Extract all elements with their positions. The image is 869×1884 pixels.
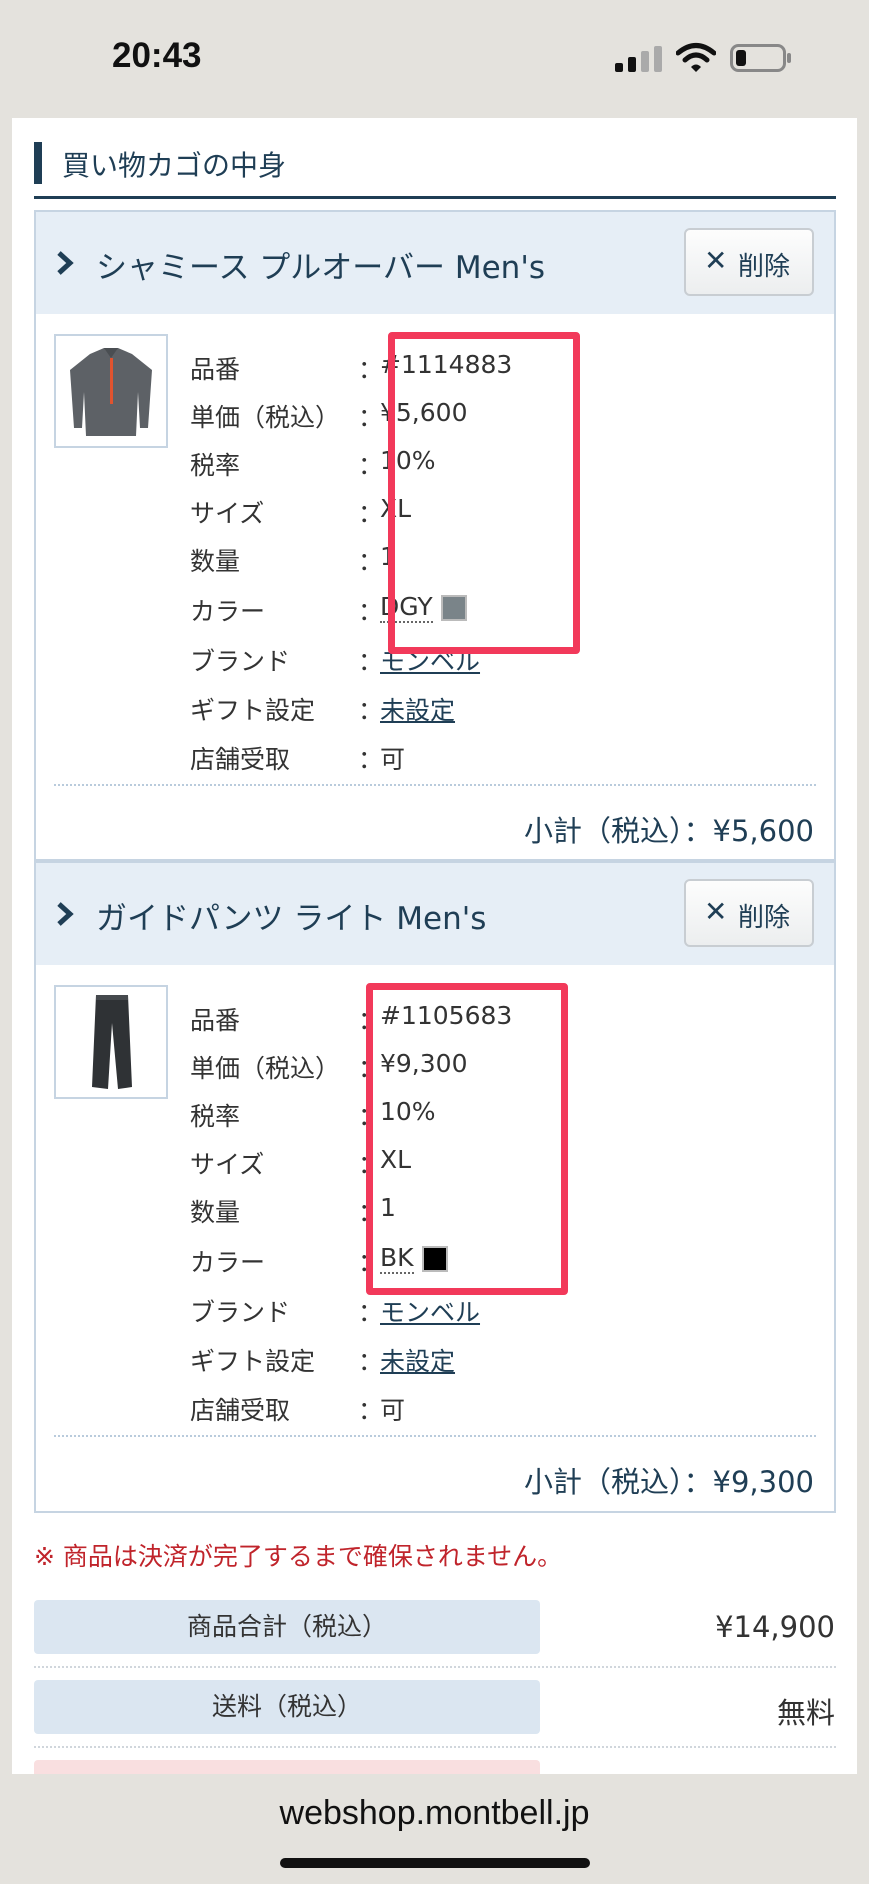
product-thumbnail[interactable] xyxy=(54,985,168,1099)
delete-button[interactable]: ✕ 削除 xyxy=(684,228,814,296)
item-header[interactable]: ガイドパンツ ライト Men's ✕ 削除 xyxy=(36,863,834,965)
browser-bottom-bar: webshop.montbell.jp xyxy=(0,1774,869,1884)
store-pickup-value: 可 xyxy=(380,1396,406,1425)
store-pickup-value: 可 xyxy=(380,745,406,774)
product-thumbnail[interactable] xyxy=(54,334,168,448)
wifi-icon xyxy=(676,43,716,72)
brand-link[interactable]: モンベル xyxy=(380,1293,480,1329)
item-name[interactable]: シャミース プルオーバー Men's xyxy=(96,242,545,287)
shipping-value: 無料 xyxy=(776,1696,835,1730)
cart-item-1: シャミース プルオーバー Men's ✕ 削除 品番 ： #1114883 単価… xyxy=(34,210,836,861)
address-bar[interactable]: webshop.montbell.jp xyxy=(0,1794,869,1833)
item-name[interactable]: ガイドパンツ ライト Men's xyxy=(96,893,486,938)
total-payment-row xyxy=(34,1760,540,1774)
shipping-label: 送料（税込） xyxy=(34,1680,540,1734)
status-time: 20:43 xyxy=(112,36,202,75)
pants-image xyxy=(92,995,132,1089)
close-icon: ✕ xyxy=(704,895,728,928)
cellular-signal-icon xyxy=(615,46,662,72)
close-icon: ✕ xyxy=(704,244,728,277)
item-subtotal: 小計（税込）：¥9,300 xyxy=(524,1465,814,1499)
reservation-notice: ※ 商品は決済が完了するまで確保されません。 xyxy=(34,1542,563,1571)
delete-label: 削除 xyxy=(738,903,791,933)
chevron-right-icon xyxy=(57,902,74,926)
status-bar: 20:43 xyxy=(0,0,869,118)
divider xyxy=(54,1435,816,1437)
delete-button[interactable]: ✕ 削除 xyxy=(684,879,814,947)
gift-setting-link[interactable]: 未設定 xyxy=(380,691,455,727)
divider xyxy=(34,1746,836,1748)
chevron-right-icon xyxy=(57,251,74,275)
battery-icon xyxy=(730,44,791,72)
divider xyxy=(54,784,816,786)
item-subtotal: 小計（税込）：¥5,600 xyxy=(524,814,814,848)
pullover-jacket-image xyxy=(70,348,152,436)
cart-item-2: ガイドパンツ ライト Men's ✕ 削除 品番 ： #1105683 単価（税… xyxy=(34,861,836,1513)
goods-total-value: ¥14,900 xyxy=(715,1610,835,1644)
highlight-box xyxy=(366,983,568,1295)
web-page: 買い物カゴの中身 シャミース プルオーバー Men's ✕ 削除 品番 ： #1… xyxy=(12,118,857,1774)
highlight-box xyxy=(388,332,580,654)
home-indicator[interactable] xyxy=(280,1858,590,1868)
delete-label: 削除 xyxy=(738,252,791,282)
gift-setting-link[interactable]: 未設定 xyxy=(380,1342,455,1378)
header-accent-bar xyxy=(34,142,42,184)
section-title: 買い物カゴの中身 xyxy=(62,149,287,182)
goods-total-label: 商品合計（税込） xyxy=(34,1600,540,1654)
item-header[interactable]: シャミース プルオーバー Men's ✕ 削除 xyxy=(36,212,834,314)
divider xyxy=(34,1666,836,1668)
cart-section-header: 買い物カゴの中身 xyxy=(34,130,836,199)
